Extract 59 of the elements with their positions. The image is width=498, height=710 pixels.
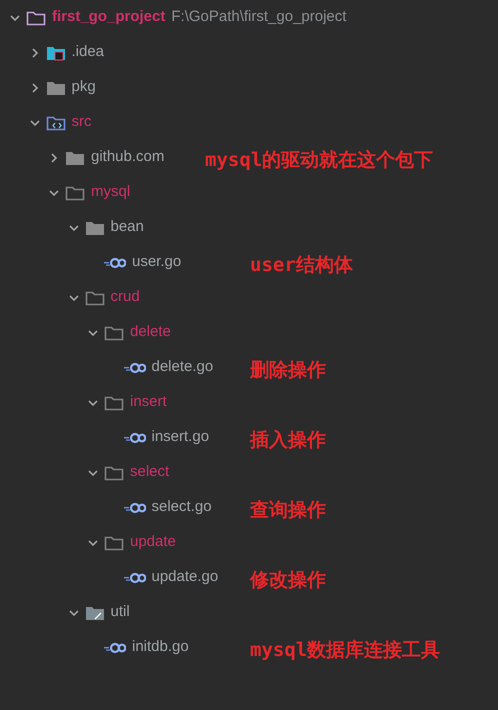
folder-icon [104, 534, 124, 550]
annotation: user结构体 [250, 253, 353, 278]
chevron-down-icon[interactable] [30, 118, 40, 128]
go-file-icon [104, 256, 126, 268]
chevron-down-icon[interactable] [68, 292, 78, 302]
file-name[interactable]: delete.go [152, 356, 214, 379]
go-file-icon [124, 502, 146, 514]
chevron-down-icon[interactable] [88, 468, 98, 478]
folder-name[interactable]: mysql [91, 181, 130, 204]
folder-name[interactable]: bean [110, 216, 144, 239]
file-name[interactable]: insert.go [152, 426, 210, 449]
folder-icon [46, 44, 66, 60]
go-file-icon [124, 362, 146, 374]
file-name[interactable]: initdb.go [132, 636, 189, 659]
annotation: mysql数据库连接工具 [250, 638, 440, 663]
chevron-down-icon[interactable] [88, 538, 98, 548]
chevron-right-icon[interactable] [49, 152, 59, 162]
chevron-down-icon[interactable] [49, 188, 59, 198]
annotation: 查询操作 [250, 498, 326, 523]
file-name[interactable]: update.go [152, 566, 218, 589]
chevron-right-icon[interactable] [30, 48, 40, 58]
folder-name[interactable]: first_go_project [52, 6, 166, 29]
source-folder-icon [46, 114, 66, 130]
folder-icon [84, 290, 104, 306]
annotation: 修改操作 [250, 568, 326, 593]
folder-icon [65, 150, 85, 166]
folder-icon [46, 80, 66, 96]
folder-icon [65, 184, 85, 200]
file-name[interactable]: select.go [152, 496, 212, 519]
folder-icon [84, 604, 104, 620]
go-file-icon [104, 642, 126, 654]
folder-name[interactable]: util [110, 601, 130, 624]
folder-icon [84, 220, 104, 236]
folder-icon [104, 394, 124, 410]
chevron-down-icon[interactable] [88, 398, 98, 408]
folder-icon [104, 324, 124, 340]
folder-name[interactable]: crud [110, 286, 140, 309]
annotation: 删除操作 [250, 358, 326, 383]
go-file-icon [124, 572, 146, 584]
folder-icon [104, 464, 124, 480]
annotation: 插入操作 [250, 428, 326, 453]
folder-name[interactable]: insert [130, 391, 167, 414]
file-name[interactable]: user.go [132, 251, 182, 274]
folder-name[interactable]: delete [130, 321, 171, 344]
folder-name[interactable]: select [130, 461, 170, 484]
annotation: mysql的驱动就在这个包下 [205, 148, 434, 173]
project-path: F:\GoPath\first_go_project [171, 7, 346, 28]
folder-name[interactable]: github.com [91, 146, 164, 169]
folder-name[interactable]: pkg [72, 76, 96, 99]
go-file-icon [124, 432, 146, 444]
folder-name[interactable]: update [130, 531, 176, 554]
folder-name[interactable]: src [72, 111, 92, 134]
chevron-down-icon[interactable] [68, 222, 78, 232]
folder-icon [26, 10, 46, 26]
chevron-down-icon[interactable] [10, 12, 20, 22]
chevron-down-icon[interactable] [88, 328, 98, 338]
chevron-right-icon[interactable] [30, 82, 40, 92]
folder-name[interactable]: .idea [72, 41, 104, 64]
chevron-down-icon[interactable] [68, 608, 78, 618]
